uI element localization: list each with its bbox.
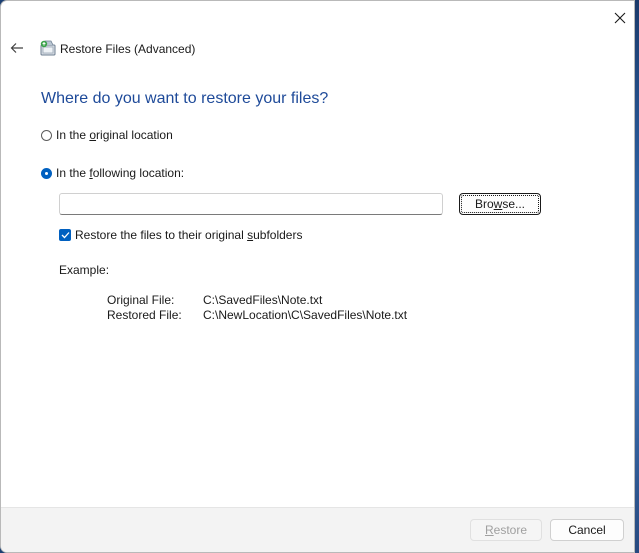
back-arrow-icon <box>10 43 23 53</box>
back-button[interactable] <box>7 38 27 58</box>
radio-original-location[interactable]: In the original location <box>41 128 173 142</box>
restored-file-label: Restored File: <box>107 308 182 322</box>
restore-path-input[interactable] <box>59 193 443 215</box>
restore-files-dialog: Restore Files (Advanced) Where do you wa… <box>0 0 635 553</box>
restore-button[interactable]: Restore <box>470 519 542 541</box>
radio-button[interactable] <box>41 129 52 141</box>
subfolders-checkbox[interactable] <box>59 229 71 241</box>
close-icon <box>614 12 626 24</box>
original-file-value: C:\SavedFiles\Note.txt <box>203 293 323 307</box>
subfolders-label: Restore the files to their original subf… <box>75 228 303 242</box>
example-label: Example: <box>59 263 110 277</box>
restored-file-value: C:\NewLocation\C\SavedFiles\Note.txt <box>203 308 408 322</box>
radio-label: In the following location: <box>56 166 185 180</box>
radio-following-location[interactable]: In the following location: <box>41 166 184 180</box>
dialog-title: Restore Files (Advanced) <box>60 42 196 56</box>
checkmark-icon <box>61 232 69 239</box>
subfolders-checkbox-row[interactable]: Restore the files to their original subf… <box>59 228 302 242</box>
browse-button[interactable]: Browse... <box>459 193 541 215</box>
original-file-label: Original File: <box>107 293 175 307</box>
restore-files-icon <box>39 39 57 57</box>
radio-button-selected[interactable] <box>41 167 52 179</box>
close-button[interactable] <box>605 5 634 31</box>
radio-label: In the original location <box>56 128 173 142</box>
page-heading: Where do you want to restore your files? <box>41 90 329 107</box>
cancel-button[interactable]: Cancel <box>550 519 624 541</box>
dialog-footer: Restore Cancel <box>1 507 634 552</box>
